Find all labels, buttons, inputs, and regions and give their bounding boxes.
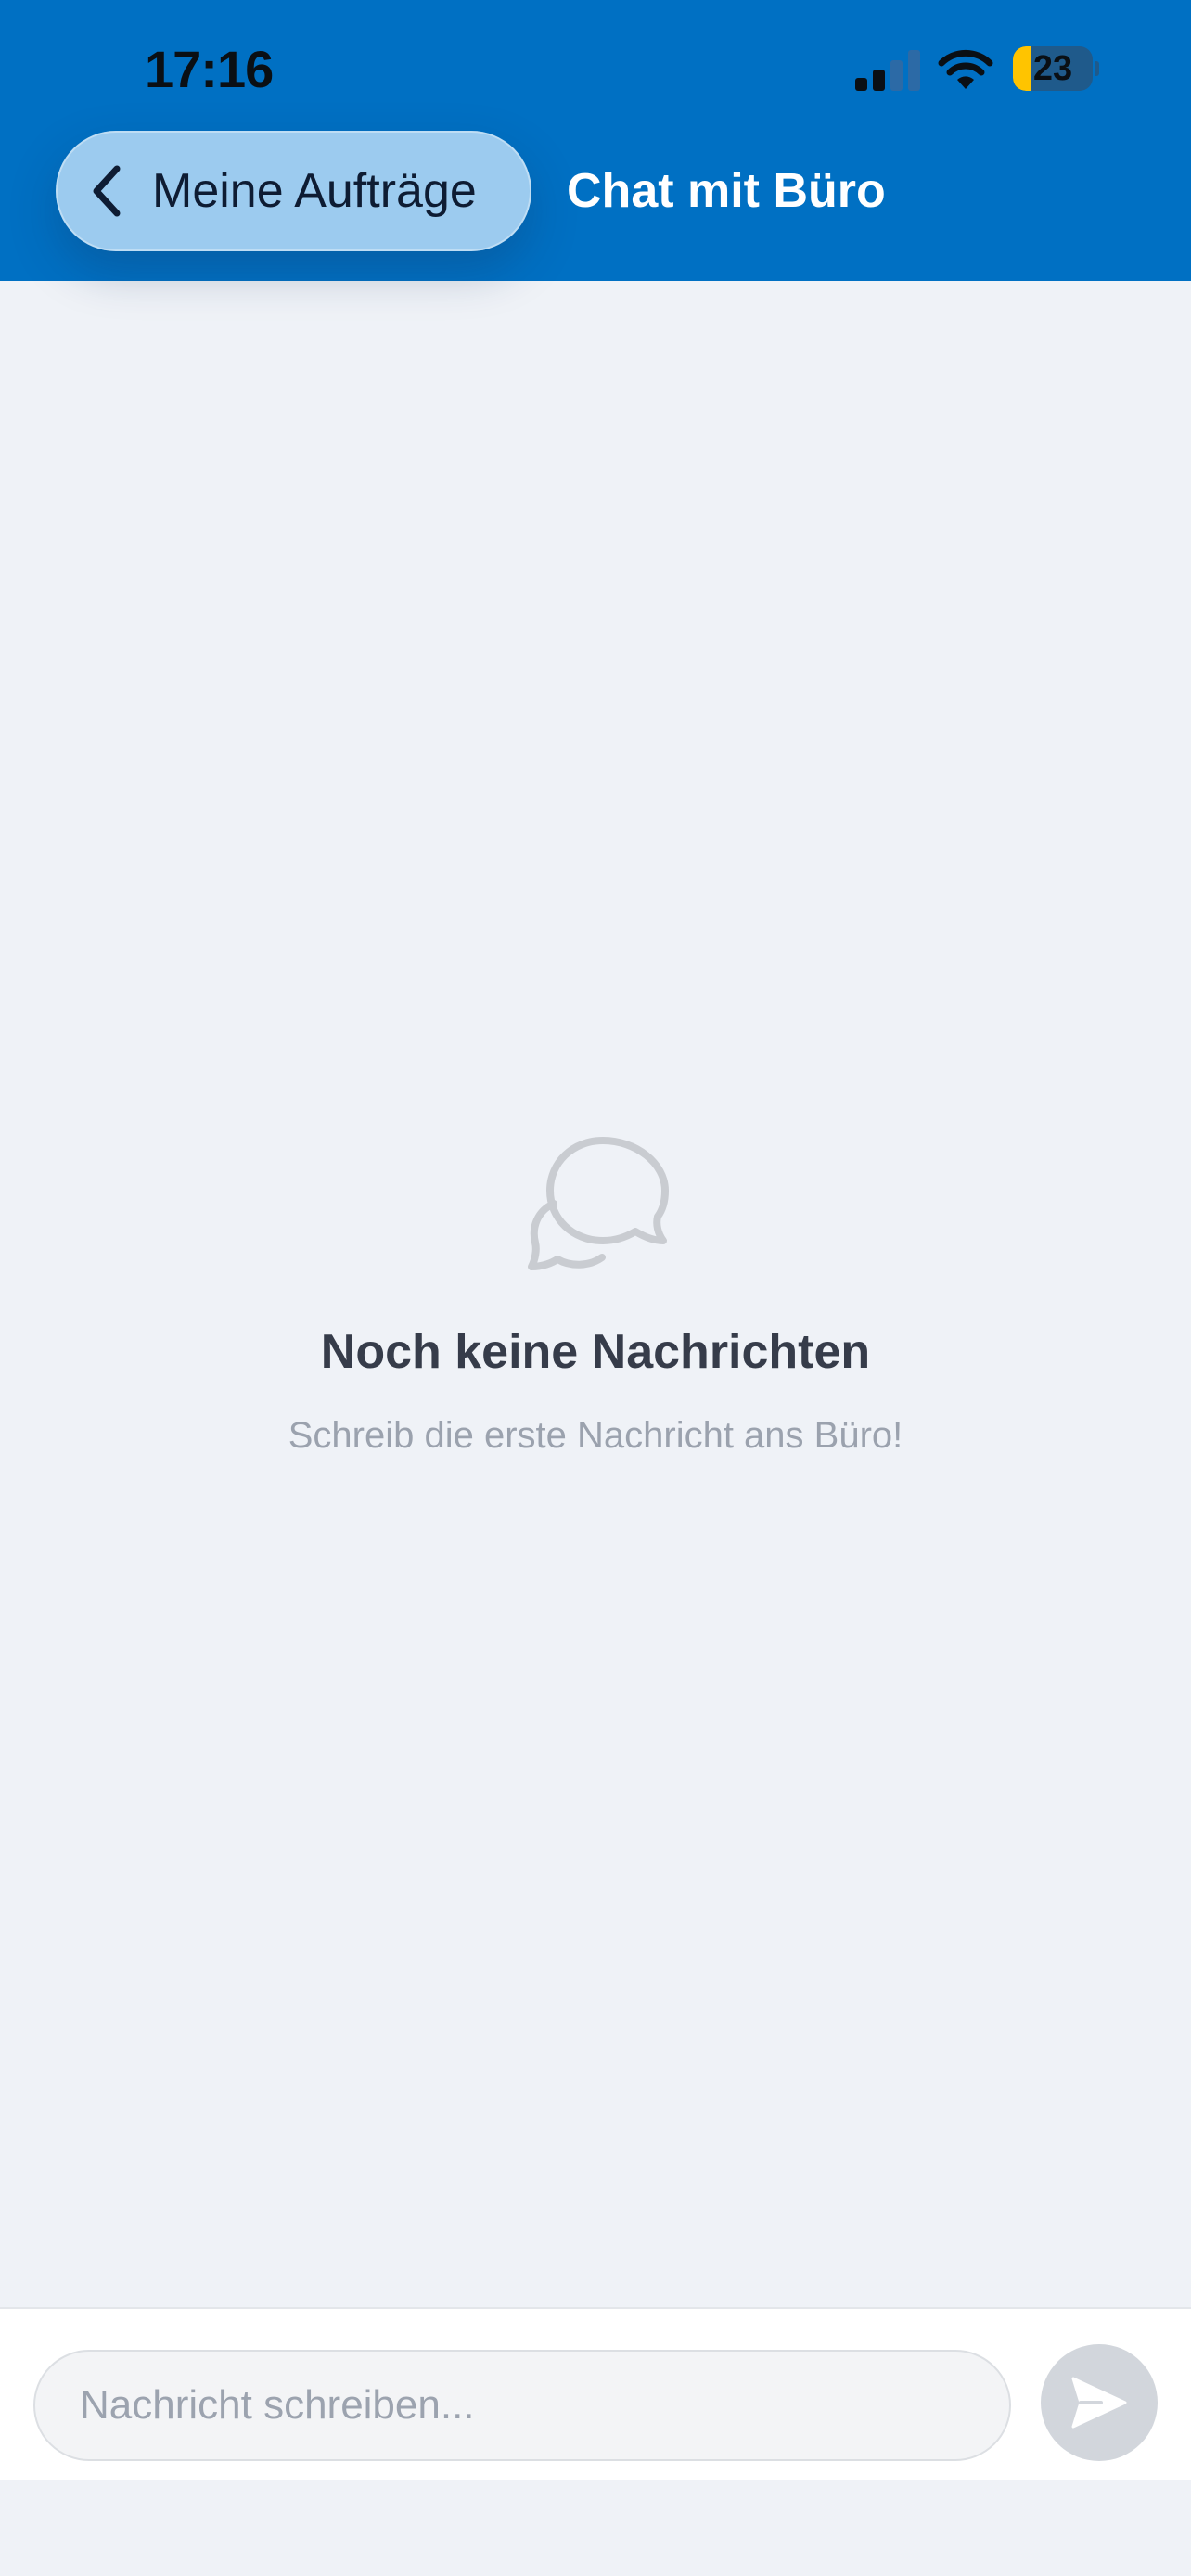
signal-bar xyxy=(890,60,903,91)
message-composer xyxy=(0,2307,1191,2480)
signal-bar xyxy=(908,50,920,91)
empty-state-subtitle: Schreib die erste Nachricht ans Büro! xyxy=(288,1415,903,1456)
message-input[interactable] xyxy=(33,2350,1011,2461)
signal-bar xyxy=(873,70,885,91)
page-title: Chat mit Büro xyxy=(567,164,886,218)
battery-indicator: 23 xyxy=(1013,46,1099,91)
app-header: 17:16 23 Meine Aufträge Chat mit Büro xyxy=(0,0,1191,281)
battery-level: 23 xyxy=(1032,49,1073,88)
send-icon xyxy=(1071,2377,1127,2429)
empty-state: Noch keine Nachrichten Schreib die erste… xyxy=(0,1131,1191,1457)
wifi-icon xyxy=(938,49,993,89)
chat-screen: 17:16 23 Meine Aufträge Chat mit Büro No… xyxy=(0,0,1191,2576)
chevron-left-icon xyxy=(93,165,121,217)
battery-body: 23 xyxy=(1013,46,1093,91)
chat-bubbles-icon xyxy=(528,1137,669,1270)
back-button[interactable]: Meine Aufträge xyxy=(56,131,531,251)
cellular-signal-icon xyxy=(855,50,920,91)
status-time: 17:16 xyxy=(145,40,274,98)
send-button[interactable] xyxy=(1041,2344,1158,2461)
empty-state-title: Noch keine Nachrichten xyxy=(320,1325,871,1379)
back-button-label: Meine Aufträge xyxy=(152,164,477,218)
battery-cap xyxy=(1095,61,1099,76)
signal-bar xyxy=(855,78,867,91)
